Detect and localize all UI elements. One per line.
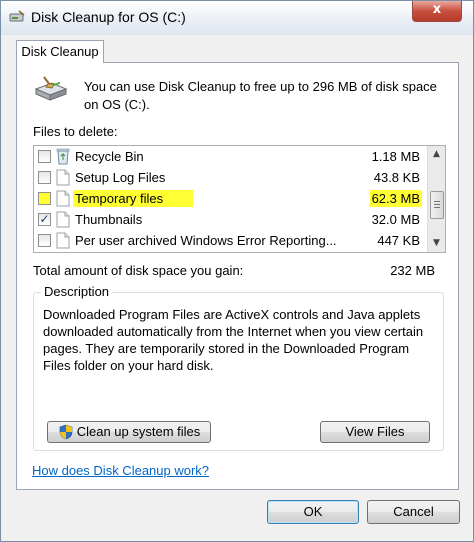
checkbox-per-user-archived[interactable] [38, 234, 51, 247]
description-text: Downloaded Program Files are ActiveX con… [43, 307, 424, 373]
clean-up-system-files-button[interactable]: Clean up system files [47, 421, 211, 443]
cancel-button[interactable]: Cancel [367, 500, 460, 524]
clean-up-system-files-label: Clean up system files [76, 424, 201, 439]
list-item-size: 62.3 MB [369, 190, 422, 207]
list-item-name: Recycle Bin [75, 149, 144, 164]
disk-cleanup-drive-icon [34, 76, 68, 101]
view-files-button[interactable]: View Files [320, 421, 430, 443]
total-space-value: 232 MB [390, 263, 435, 278]
close-button[interactable]: x [412, 1, 462, 22]
file-icon [56, 169, 70, 186]
description-legend: Description [41, 284, 113, 299]
tab-disk-cleanup[interactable]: Disk Cleanup [16, 40, 104, 63]
list-item-name: Setup Log Files [75, 170, 166, 185]
total-space-label: Total amount of disk space you gain: [33, 263, 244, 278]
list-item[interactable]: Per user archived Windows Error Reportin… [34, 231, 426, 252]
files-to-delete-list[interactable]: Recycle Bin 1.18 MB Setup Log Files 43.8… [33, 145, 446, 253]
grip-line [434, 204, 440, 205]
grip-line [434, 207, 440, 208]
list-item-name: Thumbnails [75, 212, 143, 227]
list-item-size: 32.0 MB [371, 212, 420, 227]
scroll-up-icon[interactable]: ▲ [428, 146, 445, 163]
list-item[interactable]: Recycle Bin 1.18 MB [34, 147, 426, 168]
file-icon [56, 211, 70, 228]
grip-line [434, 201, 440, 202]
list-item[interactable]: ✓ Thumbnails 32.0 MB [34, 210, 426, 231]
list-item-size: 43.8 KB [373, 170, 420, 185]
help-link[interactable]: How does Disk Cleanup work? [32, 463, 209, 478]
close-icon: x [432, 2, 442, 17]
list-item-name: Per user archived Windows Error Reportin… [75, 233, 337, 248]
file-icon [56, 190, 70, 207]
scroll-down-icon[interactable]: ▼ [428, 235, 445, 252]
title-bar[interactable]: Disk Cleanup for OS (C:) x [1, 1, 473, 35]
list-scrollbar[interactable]: ▲ ▼ [427, 146, 445, 252]
checkbox-thumbnails[interactable]: ✓ [38, 213, 51, 226]
window-title: Disk Cleanup for OS (C:) [31, 9, 186, 25]
checkbox-recycle-bin[interactable] [38, 150, 51, 163]
checkbox-temporary-files[interactable] [38, 192, 51, 205]
tab-panel: You can use Disk Cleanup to free up to 2… [16, 62, 459, 490]
list-item-size: 447 KB [377, 233, 420, 248]
list-item[interactable]: Temporary files 62.3 MB [34, 189, 426, 210]
list-item-name: Temporary files [73, 190, 194, 207]
uac-shield-icon [59, 424, 73, 439]
intro-text: You can use Disk Cleanup to free up to 2… [84, 79, 437, 112]
files-to-delete-label: Files to delete: [33, 124, 118, 139]
file-icon [56, 232, 70, 249]
description-group: Description Downloaded Program Files are… [33, 284, 444, 451]
ok-button[interactable]: OK [267, 500, 359, 524]
list-item[interactable]: Setup Log Files 43.8 KB [34, 168, 426, 189]
scrollbar-thumb[interactable] [430, 191, 444, 219]
recycle-bin-icon [56, 148, 70, 165]
checkmark-icon: ✓ [39, 212, 50, 226]
checkbox-setup-log-files[interactable] [38, 171, 51, 184]
disk-cleanup-window: Disk Cleanup for OS (C:) x Disk Cleanup … [0, 0, 474, 542]
disk-cleanup-icon [9, 10, 25, 22]
list-item-size: 1.18 MB [371, 149, 420, 164]
